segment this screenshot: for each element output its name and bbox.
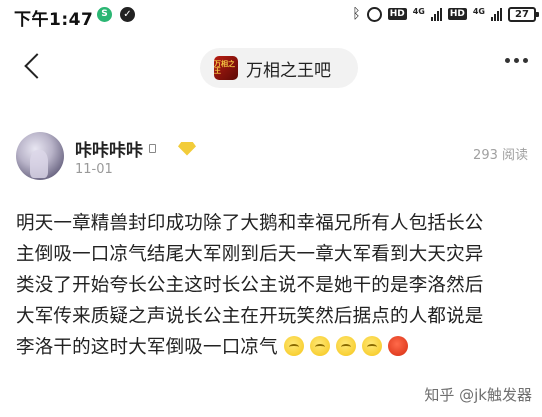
app-notification-icon: ✓ [120,7,135,22]
network-type-1: 4G [412,7,425,16]
angry-emoji-icon [387,336,408,356]
post-date: 11-01 [75,162,113,177]
level-tag-icon [149,144,156,153]
alarm-icon [366,6,382,22]
back-arrow-icon[interactable] [22,52,46,82]
status-right-group: ᛒ HD 4G HD 4G 27 [352,4,539,24]
smile-emoji-icon [283,336,304,356]
signal-icon-2 [491,7,502,21]
post-line: 主倒吸一口凉气结尾大军刚到后天一章大军看到大天灾异 [16,244,484,265]
status-bar: 下午1:47 S ✓ ᛒ HD 4G HD 4G 27 [0,0,542,30]
post-line-text: 李洛干的这时大军倒吸一口凉气 [16,337,278,358]
network-type-2: 4G [472,7,485,16]
signal-icon-1 [430,7,442,21]
watermark: 知乎 @jk触发器 [424,386,532,404]
battery-icon: 27 [508,6,539,22]
avatar[interactable] [16,132,64,180]
smile-emoji-icon [309,336,330,356]
post-line: 类没了开始夸长公主这时长公主说不是她干的是李洛然后 [16,275,484,296]
post-content: 明天一章精兽封印成功除了大鹅和幸福兄所有人包括长公 主倒吸一口凉气结尾大军刚到后… [16,208,536,363]
bluetooth-icon: ᛒ [352,6,361,22]
hd-badge-1: HD [387,8,407,20]
view-count: 293 阅读 [473,148,528,163]
diamond-badge-icon [178,141,196,156]
forum-name: 万相之王吧 [246,60,331,81]
forum-title-button[interactable]: 万相之王 万相之王吧 [200,48,358,88]
hd-badge-2: HD [447,8,467,20]
author-name[interactable]: 咔咔咔咔 [75,136,143,161]
post-line-last: 李洛干的这时大军倒吸一口凉气 [16,332,536,363]
forum-logo: 万相之王 [214,56,238,80]
more-options-icon[interactable] [505,58,528,63]
smile-emoji-icon [335,336,356,356]
post-line: 明天一章精兽封印成功除了大鹅和幸福兄所有人包括长公 [16,213,484,234]
message-notification-icon: S [97,7,112,22]
author-row: 咔咔咔咔 [75,136,196,161]
status-time: 下午1:47 [14,10,94,30]
smile-emoji-icon [361,336,382,356]
post-line: 大军传来质疑之声说长公主在开玩笑然后据点的人都说是 [16,306,484,327]
